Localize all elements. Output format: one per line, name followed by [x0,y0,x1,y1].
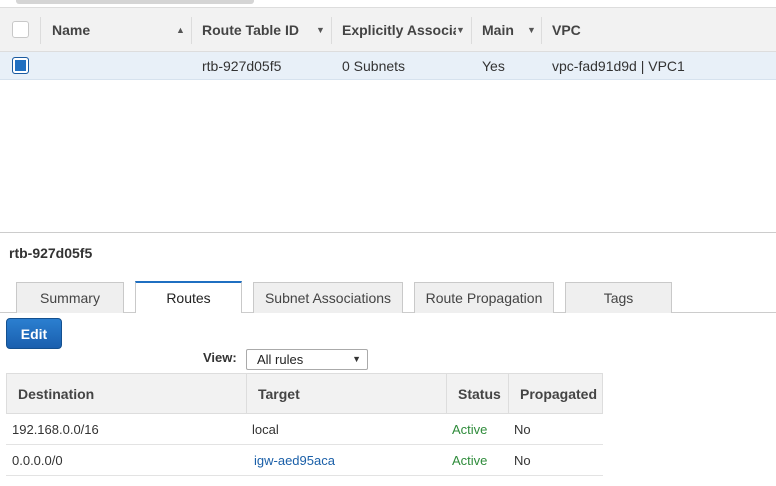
route-destination: 192.168.0.0/16 [12,421,99,437]
top-scroll-stub [16,0,254,4]
select-all-cell [12,8,29,51]
column-separator [471,17,472,44]
sort-ascending-icon[interactable]: ▲ [176,25,185,35]
column-header-name[interactable]: Name ▲ [52,8,192,51]
column-header-name-label: Name [52,21,91,38]
view-label: View: [203,350,237,365]
row-explicitly-associated: 0 Subnets [342,57,406,74]
column-header-target: Target [258,385,300,402]
chevron-down-icon[interactable]: ▼ [456,25,465,35]
tab-subnet-associations[interactable]: Subnet Associations [253,282,403,313]
route-propagated: No [514,452,531,468]
column-separator [40,17,41,44]
select-all-checkbox[interactable] [12,21,29,38]
routes-table: Destination Target Status Propagated 192… [6,373,603,476]
table-row[interactable]: rtb-927d05f5 0 Subnets Yes vpc-fad91d9d … [0,52,776,80]
dropdown-arrow-icon: ▼ [352,354,361,364]
column-header-destination: Destination [18,385,95,402]
row-vpc: vpc-fad91d9d | VPC1 [552,57,685,74]
route-destination: 0.0.0.0/0 [12,452,63,468]
column-header-propagated: Propagated [520,385,598,402]
column-header-route-table-id-label: Route Table ID [202,21,299,38]
column-header-vpc-label: VPC [552,21,581,38]
view-filter-select[interactable]: All rules ▼ [246,349,368,370]
tab-route-propagation[interactable]: Route Propagation [414,282,554,313]
column-header-explicitly-associated-label: Explicitly Associat [342,21,456,38]
view-filter-value: All rules [257,352,304,367]
column-separator [508,374,509,413]
row-checkbox[interactable] [12,57,29,74]
column-header-route-table-id[interactable]: Route Table ID ▼ [202,8,330,51]
route-status: Active [452,452,488,468]
column-header-explicitly-associated[interactable]: Explicitly Associat ▼ [342,8,470,51]
column-separator [331,17,332,44]
column-separator [541,17,542,44]
route-status: Active [452,421,488,437]
table-row: 192.168.0.0/16 local Active No [6,414,603,445]
grid-header: Name ▲ Route Table ID ▼ Explicitly Assoc… [0,7,776,52]
route-target-link[interactable]: igw-aed95aca [254,445,335,475]
detail-title: rtb-927d05f5 [9,245,93,261]
column-header-main[interactable]: Main ▼ [482,8,540,51]
column-header-status: Status [458,385,501,402]
column-header-vpc[interactable]: VPC [552,8,581,51]
row-main: Yes [482,57,505,74]
tab-tags[interactable]: Tags [565,282,672,313]
chevron-down-icon[interactable]: ▼ [527,25,536,35]
column-header-main-label: Main [482,21,514,38]
row-route-table-id: rtb-927d05f5 [202,57,282,74]
route-propagated: No [514,421,531,437]
edit-button[interactable]: Edit [6,318,62,349]
column-separator [191,17,192,44]
route-target: local [252,421,279,437]
tab-summary[interactable]: Summary [16,282,124,313]
column-separator [246,374,247,413]
route-table-grid: Name ▲ Route Table ID ▼ Explicitly Assoc… [0,7,776,80]
chevron-down-icon[interactable]: ▼ [316,25,325,35]
column-separator [446,374,447,413]
tab-routes[interactable]: Routes [135,281,242,313]
routes-table-header: Destination Target Status Propagated [6,373,603,414]
row-select-cell [12,52,29,79]
pane-divider[interactable] [0,232,776,233]
table-row: 0.0.0.0/0 igw-aed95aca Active No [6,445,603,476]
